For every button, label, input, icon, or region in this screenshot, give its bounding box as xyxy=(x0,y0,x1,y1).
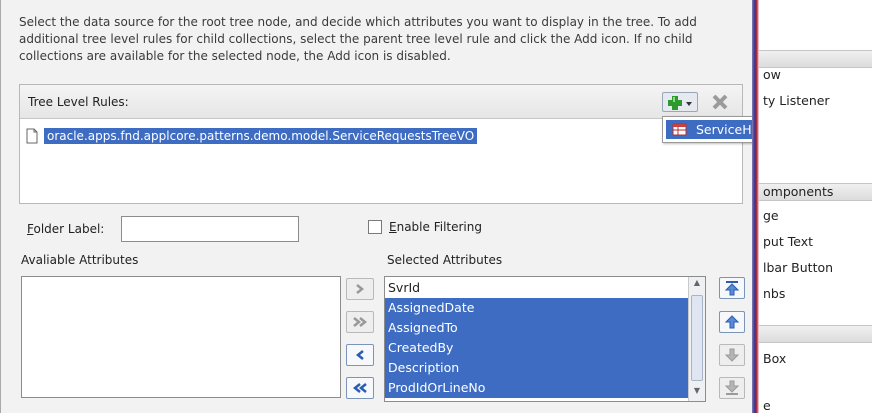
palette-item[interactable]: nbs xyxy=(763,286,785,301)
move-up-button[interactable] xyxy=(719,311,745,333)
palette-item[interactable]: Box xyxy=(763,351,786,366)
delete-rule-button[interactable] xyxy=(710,92,730,112)
delete-icon xyxy=(712,94,728,110)
folder-label-text: older Label: xyxy=(33,222,105,236)
list-item[interactable]: AssignedDate xyxy=(385,298,688,318)
move-all-right-button[interactable] xyxy=(346,311,374,333)
vertical-scrollbar[interactable]: ▲ ▼ xyxy=(688,277,705,401)
list-item[interactable]: CreatedBy xyxy=(385,338,688,358)
move-top-icon xyxy=(724,281,740,296)
tree-level-rules-panel: Tree Level Rules: oracle.apps.fnd.applco… xyxy=(19,84,743,204)
filtering-label-text: nable Filtering xyxy=(396,220,482,234)
tree-rules-dialog: Select the data source for the root tree… xyxy=(0,0,871,413)
filtering-label-mnemonic: E xyxy=(389,220,397,234)
arrow-down-icon xyxy=(724,348,740,362)
move-down-button[interactable] xyxy=(719,344,745,366)
list-item[interactable]: ProdIdOrLineNo xyxy=(385,378,688,398)
palette-item[interactable]: ge xyxy=(763,208,779,223)
rules-toolbar: Tree Level Rules: xyxy=(20,85,742,119)
list-item[interactable]: AssignedTo xyxy=(385,318,688,338)
move-left-button[interactable] xyxy=(346,344,374,366)
scroll-thumb[interactable] xyxy=(691,295,703,381)
scroll-down-arrow[interactable]: ▼ xyxy=(691,386,703,400)
tree-node-label: oracle.apps.fnd.applcore.patterns.demo.m… xyxy=(44,128,478,144)
window-divider xyxy=(752,0,759,413)
selected-attributes-label: Selected Attributes xyxy=(387,253,503,267)
enable-filtering-label[interactable]: Enable Filtering xyxy=(389,220,482,234)
arrow-up-icon xyxy=(724,315,740,329)
chevron-left-icon xyxy=(355,350,364,360)
selected-attributes-list[interactable]: SvrId AssignedDate AssignedTo CreatedBy … xyxy=(384,276,706,402)
palette-item[interactable]: ow xyxy=(763,67,781,82)
tree-node-root[interactable]: oracle.apps.fnd.applcore.patterns.demo.m… xyxy=(26,126,478,146)
chevron-right-icon xyxy=(356,284,365,294)
palette-item[interactable]: put Text xyxy=(763,234,813,249)
double-chevron-right-icon xyxy=(353,317,368,327)
folder-label: Folder Label: xyxy=(27,222,104,236)
tree-level-rules-label: Tree Level Rules: xyxy=(28,95,129,109)
intro-text: Select the data source for the root tree… xyxy=(19,15,697,63)
palette-item[interactable]: ty Listener xyxy=(763,93,830,108)
document-icon xyxy=(26,128,38,144)
palette-section-header xyxy=(759,50,872,68)
table-icon xyxy=(672,123,687,135)
move-right-button[interactable] xyxy=(346,278,374,300)
list-item[interactable]: SvrId xyxy=(385,278,688,298)
double-chevron-left-icon xyxy=(352,383,367,393)
move-to-top-button[interactable] xyxy=(719,277,745,299)
palette-section-title[interactable]: omponents xyxy=(763,184,833,199)
move-bottom-icon xyxy=(724,380,740,395)
add-rule-button[interactable] xyxy=(662,92,698,112)
move-to-bottom-button[interactable] xyxy=(719,377,745,399)
folder-label-input[interactable] xyxy=(121,216,299,242)
palette-section-header xyxy=(759,325,872,343)
palette-item[interactable]: e xyxy=(763,398,771,413)
enable-filtering-checkbox[interactable] xyxy=(368,220,382,234)
scroll-up-arrow[interactable]: ▲ xyxy=(691,278,703,292)
component-palette: ow ty Listener omponents ge put Text lba… xyxy=(759,0,872,413)
palette-item[interactable]: lbar Button xyxy=(763,260,833,275)
move-all-left-button[interactable] xyxy=(346,377,374,399)
add-icon xyxy=(668,96,692,110)
list-item[interactable]: Description xyxy=(385,358,688,378)
available-attributes-label: Avaliable Attributes xyxy=(21,253,139,267)
available-attributes-list[interactable] xyxy=(21,276,341,398)
